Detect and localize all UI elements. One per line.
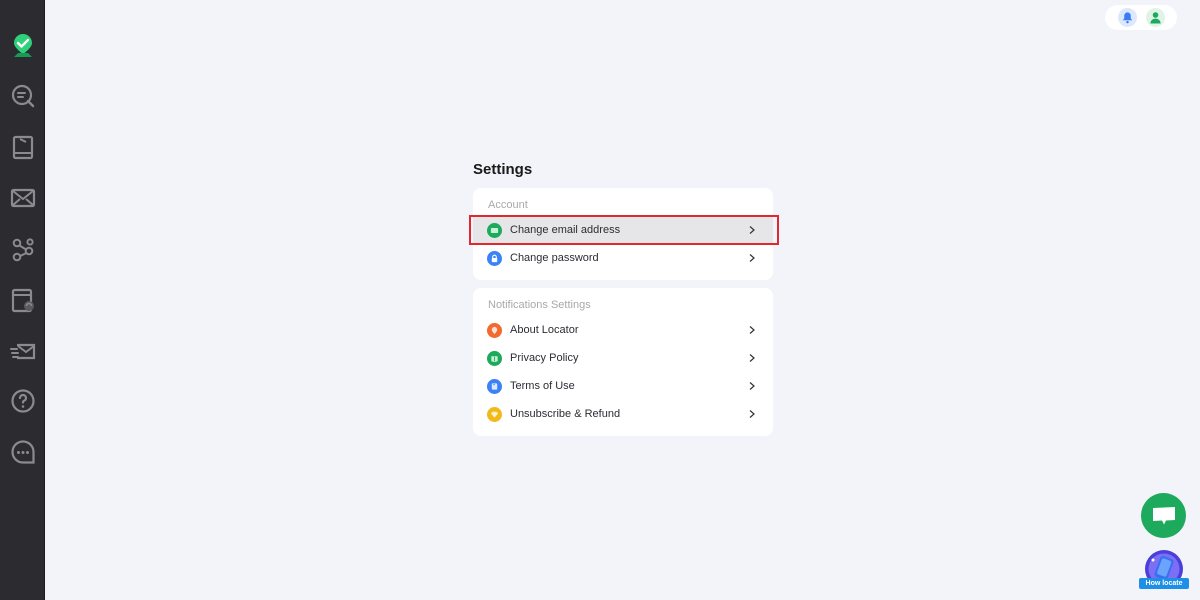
section-label: Account bbox=[488, 199, 528, 211]
sidebar bbox=[0, 0, 45, 600]
share-icon bbox=[12, 238, 34, 262]
chat-bubble-icon bbox=[11, 440, 35, 464]
chevron-right-icon bbox=[749, 382, 755, 390]
calendar-refresh-icon bbox=[11, 288, 34, 313]
diamond-icon bbox=[487, 406, 502, 422]
help-icon bbox=[11, 389, 35, 413]
user-icon bbox=[1149, 12, 1161, 24]
notifications-button[interactable] bbox=[1117, 8, 1137, 27]
notifications-section: Notifications Settings About Locator Pri… bbox=[473, 288, 773, 436]
how-locate-label: How locate bbox=[1139, 578, 1189, 589]
change-email-item[interactable]: Change email address bbox=[469, 215, 779, 245]
chevron-right-icon bbox=[749, 326, 755, 334]
settings-panel: Settings Account Change email address Ch… bbox=[469, 160, 779, 444]
item-label: Unsubscribe & Refund bbox=[510, 408, 621, 420]
page-title: Settings bbox=[473, 161, 533, 178]
chat-support-icon bbox=[1152, 506, 1175, 524]
sidebar-item-logo[interactable] bbox=[9, 31, 37, 59]
account-section: Account Change email address Change pass… bbox=[469, 188, 779, 280]
item-label: About Locator bbox=[510, 324, 579, 336]
chevron-right-icon bbox=[749, 354, 755, 362]
privacy-policy-item[interactable]: Privacy Policy bbox=[473, 344, 773, 372]
item-label: Privacy Policy bbox=[510, 352, 579, 364]
sidebar-item-send-mail[interactable] bbox=[9, 337, 37, 365]
section-label: Notifications Settings bbox=[488, 299, 591, 311]
item-label: Change password bbox=[510, 252, 599, 264]
send-mail-icon bbox=[10, 343, 36, 360]
terms-of-use-item[interactable]: Terms of Use bbox=[473, 372, 773, 400]
shield-book-icon bbox=[487, 350, 502, 366]
unsubscribe-refund-item[interactable]: Unsubscribe & Refund bbox=[473, 400, 773, 428]
sidebar-item-book[interactable] bbox=[9, 133, 37, 161]
chevron-right-icon bbox=[749, 254, 755, 262]
sidebar-item-help[interactable] bbox=[9, 387, 37, 415]
document-icon bbox=[487, 378, 502, 394]
mail-icon bbox=[10, 188, 36, 208]
location-pin-icon bbox=[487, 322, 502, 338]
about-locator-item[interactable]: About Locator bbox=[473, 316, 773, 344]
support-chat-button[interactable] bbox=[1141, 493, 1186, 538]
top-actions bbox=[1105, 5, 1177, 30]
sidebar-item-calendar[interactable] bbox=[9, 286, 37, 314]
sidebar-item-chat[interactable] bbox=[9, 438, 37, 466]
change-password-item[interactable]: Change password bbox=[473, 244, 773, 272]
lock-icon bbox=[487, 250, 502, 266]
chevron-right-icon bbox=[749, 226, 755, 234]
chevron-right-icon bbox=[749, 410, 755, 418]
item-label: Terms of Use bbox=[510, 380, 575, 392]
book-icon bbox=[12, 135, 34, 160]
profile-button[interactable] bbox=[1145, 8, 1165, 27]
bell-icon bbox=[1122, 12, 1132, 24]
how-locate-button[interactable]: How locate bbox=[1139, 549, 1189, 593]
email-icon bbox=[487, 222, 502, 238]
sidebar-item-mail[interactable] bbox=[9, 184, 37, 212]
item-label: Change email address bbox=[510, 224, 621, 236]
location-check-icon bbox=[14, 34, 32, 57]
search-chat-icon bbox=[11, 84, 35, 108]
sidebar-item-share[interactable] bbox=[9, 235, 37, 263]
sidebar-item-search[interactable] bbox=[9, 82, 37, 110]
